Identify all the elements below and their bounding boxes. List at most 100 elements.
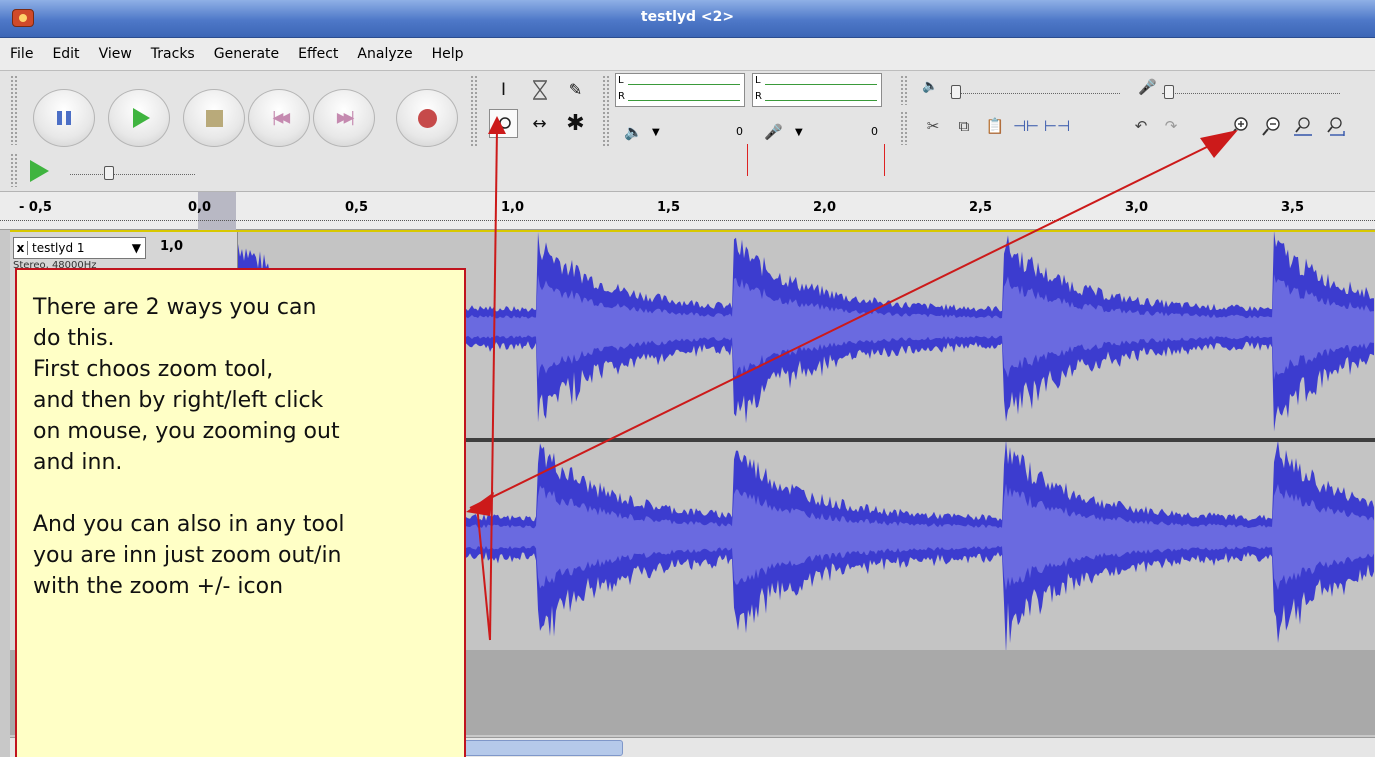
meter-left-label: L (618, 75, 624, 86)
playback-meter-peak (747, 144, 748, 176)
multi-tool-button[interactable]: ✱ (561, 109, 590, 138)
menu-generate[interactable]: Generate (214, 46, 279, 62)
play-icon (132, 108, 150, 128)
menu-edit[interactable]: Edit (52, 46, 79, 62)
meter-toolbar-grip[interactable] (602, 75, 611, 147)
zoom-in-icon (1230, 117, 1248, 136)
copy-button[interactable]: ⧉ (951, 113, 977, 139)
microphone-icon: 🎤 (764, 123, 783, 141)
ruler-tick: 0,5 (345, 200, 369, 215)
menu-help[interactable]: Help (432, 46, 464, 62)
track-gain-value: 1,0 (160, 239, 184, 254)
annotation-text: There are 2 ways you can do this. First … (33, 295, 345, 599)
meter-left-label: L (755, 75, 761, 86)
window-title: testlyd <2> (640, 9, 735, 25)
output-volume-icon: 🔈 (922, 79, 939, 94)
silence-icon: ⊢⊣ (1043, 117, 1071, 135)
redo-button[interactable]: ↷ (1158, 113, 1184, 139)
meter-right-label: R (618, 91, 625, 102)
record-meter-dropdown-icon[interactable]: ▼ (795, 127, 803, 138)
envelope-icon (532, 79, 547, 100)
ruler-tick: 1,0 (501, 200, 525, 215)
meter-right-label: R (755, 91, 762, 102)
play-button[interactable] (108, 89, 170, 147)
record-meter-peak (884, 144, 885, 176)
skip-to-end-button[interactable]: ▶▶| (313, 89, 375, 147)
ruler-tick: 1,5 (657, 200, 681, 215)
edit-toolbar-grip[interactable] (900, 111, 909, 145)
menu-bar: File Edit View Tracks Generate Effect An… (0, 38, 1375, 71)
mixer-toolbar-grip[interactable] (900, 75, 909, 105)
transport-toolbar-grip[interactable] (10, 75, 19, 145)
meter-left-bar (765, 84, 877, 85)
zoom-out-button[interactable] (1258, 113, 1284, 139)
skip-to-start-button[interactable]: |◀◀ (248, 89, 310, 147)
play-speed-track[interactable] (70, 174, 195, 175)
skip-to-start-icon: |◀◀ (271, 110, 290, 126)
copy-icon: ⧉ (958, 117, 970, 135)
scissors-icon: ✂ (926, 117, 940, 135)
asterisk-icon: ✱ (566, 111, 585, 136)
track-close-button[interactable]: x (14, 241, 28, 255)
scrollbar-thumb[interactable] (463, 740, 623, 756)
stop-icon (205, 109, 223, 127)
record-icon (417, 108, 437, 128)
input-volume-track[interactable] (1162, 93, 1340, 94)
meter-right-bar (765, 100, 877, 101)
ruler-tick: 2,0 (813, 200, 837, 215)
ruler-tick: 3,5 (1281, 200, 1305, 215)
selection-tool-button[interactable]: I (489, 75, 518, 104)
menu-tracks[interactable]: Tracks (151, 46, 195, 62)
meter-left-bar (628, 84, 740, 85)
time-shift-tool-button[interactable]: ↔ (525, 109, 554, 138)
meter-right-bar (628, 100, 740, 101)
input-volume-slider[interactable] (1164, 85, 1174, 99)
annotation-callout: There are 2 ways you can do this. First … (15, 268, 466, 757)
fit-selection-button[interactable] (1290, 113, 1316, 139)
play-at-speed-button[interactable] (30, 160, 49, 182)
speaker-icon: 🔈 (624, 123, 643, 141)
paste-button[interactable]: 📋 (982, 113, 1008, 139)
ruler-tick: - 0,5 (19, 200, 52, 215)
title-bar: testlyd <2> (0, 0, 1375, 38)
timeline-ruler[interactable]: - 0,5 0,0 0,5 1,0 1,5 2,0 2,5 3,0 3,5 (0, 192, 1375, 230)
fit-selection-icon (1294, 117, 1312, 136)
i-beam-icon: I (500, 79, 506, 100)
draw-tool-button[interactable]: ✎ (561, 75, 590, 104)
pause-button[interactable] (33, 89, 95, 147)
tools-toolbar-grip[interactable] (470, 75, 479, 147)
input-volume-icon: 🎤 (1138, 78, 1157, 96)
playback-meter[interactable]: L R (615, 73, 745, 107)
output-volume-slider[interactable] (951, 85, 961, 99)
track-name: testlyd 1 (32, 241, 85, 255)
ruler-tick: 3,0 (1125, 200, 1149, 215)
record-button[interactable] (396, 89, 458, 147)
envelope-tool-button[interactable] (525, 75, 554, 104)
undo-button[interactable]: ↶ (1128, 113, 1154, 139)
undo-icon: ↶ (1134, 117, 1148, 135)
play-at-speed-toolbar-grip[interactable] (10, 153, 19, 187)
zoom-in-button[interactable] (1226, 113, 1252, 139)
pause-icon (57, 111, 71, 125)
playback-meter-dropdown-icon[interactable]: ▼ (652, 127, 660, 138)
silence-button[interactable]: ⊢⊣ (1044, 113, 1070, 139)
fit-project-button[interactable] (1322, 113, 1348, 139)
ruler-ticks (0, 220, 1375, 221)
output-volume-track[interactable] (950, 93, 1120, 94)
track-name-dropdown[interactable]: x testlyd 1 ▼ (13, 237, 146, 259)
toolbar-area: |◀◀ ▶▶| I ✎ ↔ ✱ L R L R 🔈 ▼ 0 🎤 ▼ 0 🔈 🎤 … (0, 71, 1375, 192)
track-dropdown-icon[interactable]: ▼ (132, 241, 141, 255)
zoom-out-icon (1262, 117, 1280, 136)
trim-button[interactable]: ⊣⊢ (1013, 113, 1039, 139)
cut-button[interactable]: ✂ (920, 113, 946, 139)
menu-effect[interactable]: Effect (298, 46, 338, 62)
redo-icon: ↷ (1164, 117, 1178, 135)
menu-analyze[interactable]: Analyze (357, 46, 412, 62)
menu-file[interactable]: File (10, 46, 33, 62)
record-meter[interactable]: L R (752, 73, 882, 107)
time-shift-icon: ↔ (532, 113, 547, 134)
zoom-tool-button[interactable] (489, 109, 518, 138)
stop-button[interactable] (183, 89, 245, 147)
play-speed-slider[interactable] (104, 166, 114, 180)
menu-view[interactable]: View (99, 46, 132, 62)
